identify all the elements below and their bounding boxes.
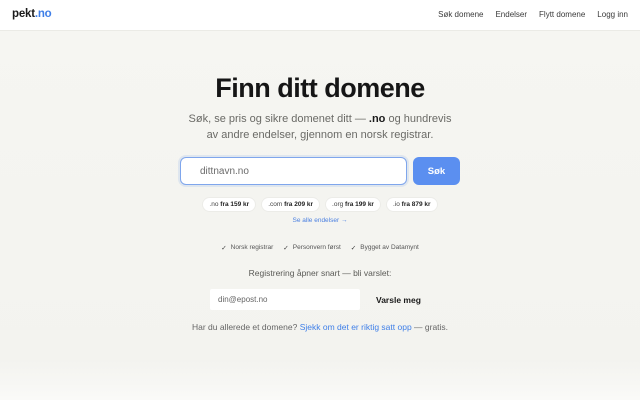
subtitle-text-1: Søk, se pris og sikre domenet ditt —: [188, 113, 369, 125]
feature-label: Bygget av Datamynt: [360, 244, 419, 251]
feature-label: Norsk registrar: [230, 244, 274, 251]
tld-chip-price: fra 159 kr: [220, 201, 250, 208]
see-all-extensions-link[interactable]: Se alle endelser →: [0, 217, 640, 224]
hero-subtitle: Søk, se pris og sikre domenet ditt — .no…: [0, 111, 640, 143]
check-icon: ✓: [221, 245, 227, 252]
subtitle-text-2: og hundrevis: [385, 113, 452, 125]
subtitle-highlight: .no: [368, 113, 386, 125]
tld-chip-extension: .com: [268, 201, 283, 208]
logo-name: pekt: [12, 8, 35, 20]
nav-link-search-domain[interactable]: Søk domene: [438, 10, 483, 19]
top-bar: pekt.no Søk domene Endelser Flytt domene…: [0, 0, 640, 31]
nav-link-login[interactable]: Logg inn: [597, 10, 628, 19]
check-icon: ✓: [350, 245, 357, 252]
page-title: Finn ditt domene: [215, 73, 425, 103]
tld-chip-extension: .io: [392, 201, 400, 208]
tld-chip-price: fra 879 kr: [401, 201, 431, 208]
feature-item: ✓ Norsk registrar: [221, 244, 273, 252]
tld-chip-extension: .org: [332, 201, 344, 208]
tld-chip-price: fra 209 kr: [284, 201, 314, 208]
search-button[interactable]: Søk: [413, 157, 460, 185]
feature-label: Personvern først: [292, 244, 341, 251]
tld-price-chips: .no fra 159 kr .com fra 209 kr .org fra …: [0, 198, 640, 211]
logo[interactable]: pekt.no: [12, 8, 52, 20]
footer-note-suffix: — gratis.: [411, 322, 449, 332]
footer-note-text: Har du allerede et domene?: [191, 322, 300, 332]
subtitle-text-3: av andre endelser, gjennom en norsk regi…: [206, 129, 434, 141]
footer-note: Har du allerede et domene? Sjekk om det …: [0, 322, 640, 332]
nav-link-extensions[interactable]: Endelser: [495, 10, 527, 19]
check-icon: ✓: [283, 245, 289, 252]
nav-link-transfer-domain[interactable]: Flytt domene: [539, 10, 585, 19]
logo-tld: .no: [34, 8, 52, 20]
domain-search-input[interactable]: [180, 157, 407, 185]
main-nav: Søk domene Endelser Flytt domene Logg in…: [438, 10, 628, 19]
tld-chip-org[interactable]: .org fra 199 kr: [326, 198, 380, 211]
check-setup-link[interactable]: Sjekk om det er riktig satt opp: [300, 322, 412, 332]
tld-chip-no[interactable]: .no fra 159 kr: [203, 198, 256, 211]
tld-chip-io[interactable]: .io fra 879 kr: [386, 198, 437, 211]
feature-item: ✓ Bygget av Datamynt: [351, 244, 419, 252]
email-field[interactable]: [210, 289, 360, 310]
tld-chip-com[interactable]: .com fra 209 kr: [262, 198, 320, 211]
tld-chip-price: fra 199 kr: [345, 201, 374, 208]
feature-list: ✓ Norsk registrar ✓ Personvern først ✓ Bygg…: [0, 244, 640, 252]
feature-item: ✓ Personvern først: [283, 244, 341, 252]
tld-chip-extension: .no: [209, 201, 219, 208]
notify-me-button[interactable]: Varsle meg: [368, 289, 430, 310]
notify-label: Registrering åpner snart — bli varslet:: [248, 268, 392, 278]
